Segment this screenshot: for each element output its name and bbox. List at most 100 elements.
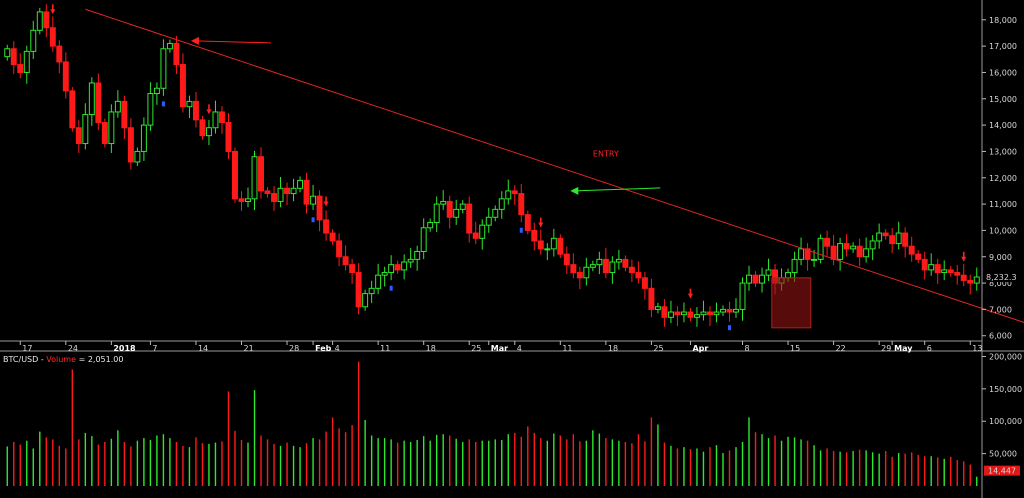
candle-body — [687, 311, 694, 318]
candle-body — [765, 269, 772, 276]
candle-body — [921, 258, 928, 271]
candle-body — [310, 195, 317, 205]
volume-title-metric: Volume — [46, 355, 76, 364]
volume-y-tick-label: 200,000 — [989, 352, 1022, 361]
candle-body — [277, 187, 284, 202]
price-overlays: ENTRY — [50, 4, 1024, 337]
candle-body — [329, 232, 336, 242]
candle-body — [576, 272, 583, 279]
candle-body — [336, 240, 343, 258]
green-arrow-icon — [570, 186, 579, 195]
candle-body — [492, 208, 499, 218]
candle-body — [232, 150, 238, 200]
candle-body — [420, 227, 427, 252]
x-tick-label: 25 — [471, 344, 481, 353]
candle-body — [69, 90, 76, 129]
candle-body — [863, 248, 870, 258]
x-tick-label: 22 — [836, 344, 846, 353]
candle-body — [258, 156, 264, 192]
candle-body — [362, 293, 369, 308]
candle-body — [368, 287, 375, 295]
candle-body — [479, 224, 486, 239]
candle-body — [869, 240, 876, 250]
candle-body — [62, 61, 69, 92]
candle-body — [622, 258, 629, 268]
candle-body — [147, 93, 154, 126]
candle-body — [179, 64, 186, 108]
price-y-tick-label: 15,000 — [989, 95, 1017, 104]
candle-body — [394, 264, 401, 271]
last-price-label: 8,232.3 — [986, 273, 1017, 282]
volume-title: BTC/USD - Volume = 2,051.00 — [3, 355, 123, 364]
x-tick-label: 24 — [68, 344, 78, 353]
buy-signal-icon — [727, 325, 731, 331]
candle-body — [550, 237, 557, 250]
candle-body — [648, 287, 655, 310]
candle-body — [381, 272, 388, 276]
candle-body — [531, 229, 538, 242]
green-arrow-line — [574, 187, 661, 192]
candle-body — [49, 27, 56, 47]
candle-body — [264, 190, 271, 195]
candle-body — [667, 311, 674, 318]
candle-body — [811, 258, 818, 261]
candle-body — [602, 258, 609, 274]
candle-body — [56, 45, 63, 63]
candle-body — [609, 261, 616, 274]
candle-body — [583, 266, 590, 279]
candle-body — [10, 48, 17, 66]
price-y-tick-label: 16,000 — [989, 68, 1017, 77]
candle-body — [140, 124, 147, 152]
price-y-tick-label: 17,000 — [989, 42, 1017, 51]
entry-box[interactable] — [771, 277, 812, 329]
candle-body — [205, 127, 212, 137]
price-y-tick-label: 11,000 — [989, 200, 1017, 209]
price-y-tick-label: 7,000 — [989, 305, 1012, 314]
candle-body — [95, 82, 102, 123]
candle-body — [459, 203, 466, 210]
candle-body — [720, 308, 726, 313]
x-tick-label: 4 — [517, 344, 522, 353]
candle-body — [245, 198, 251, 202]
candle-body — [446, 200, 453, 218]
candle-body — [557, 237, 564, 255]
btc-usd-chart[interactable]: ENTRY 6,0007,0008,0009,00010,00011,00012… — [0, 0, 1024, 498]
candle-body — [303, 179, 310, 205]
x-tick-label: 18 — [608, 344, 618, 353]
x-tick-label: Mar — [491, 344, 508, 353]
volume-title-symbol: BTC/USD — [3, 355, 38, 364]
trendline[interactable] — [85, 8, 1024, 337]
candle-body — [837, 243, 844, 260]
x-tick-label: Feb — [315, 344, 332, 353]
x-tick-label: 6 — [927, 344, 932, 353]
candle-body — [544, 248, 551, 251]
x-tick-label: 25 — [653, 344, 663, 353]
candle-body — [219, 111, 225, 123]
candle-body — [316, 195, 323, 221]
volume-title-sep: - — [38, 355, 46, 364]
candle-body — [297, 179, 304, 189]
candle-body — [850, 245, 857, 250]
price-y-tick-label: 10,000 — [989, 226, 1017, 235]
candle-body — [30, 29, 37, 52]
volume-y-tick-label: 50,000 — [989, 450, 1017, 459]
candle-body — [615, 258, 622, 263]
candle-body — [707, 311, 713, 316]
candle-body — [388, 264, 395, 274]
candle-body — [739, 282, 746, 310]
candle-body — [693, 314, 700, 318]
candle-body — [733, 308, 739, 313]
candle-body — [928, 264, 935, 271]
candle-body — [238, 198, 245, 202]
candle-body — [596, 258, 603, 266]
candle-body — [114, 100, 121, 113]
candle-body — [882, 232, 889, 237]
candle-body — [661, 306, 668, 318]
candle-body — [960, 274, 967, 281]
candle-body — [101, 121, 108, 145]
sell-signal-icon — [538, 217, 544, 228]
x-tick-label: 18 — [426, 344, 436, 353]
price-y-tick-label: 18,000 — [989, 16, 1017, 25]
candle-body — [23, 50, 30, 73]
candle-body — [453, 208, 460, 218]
